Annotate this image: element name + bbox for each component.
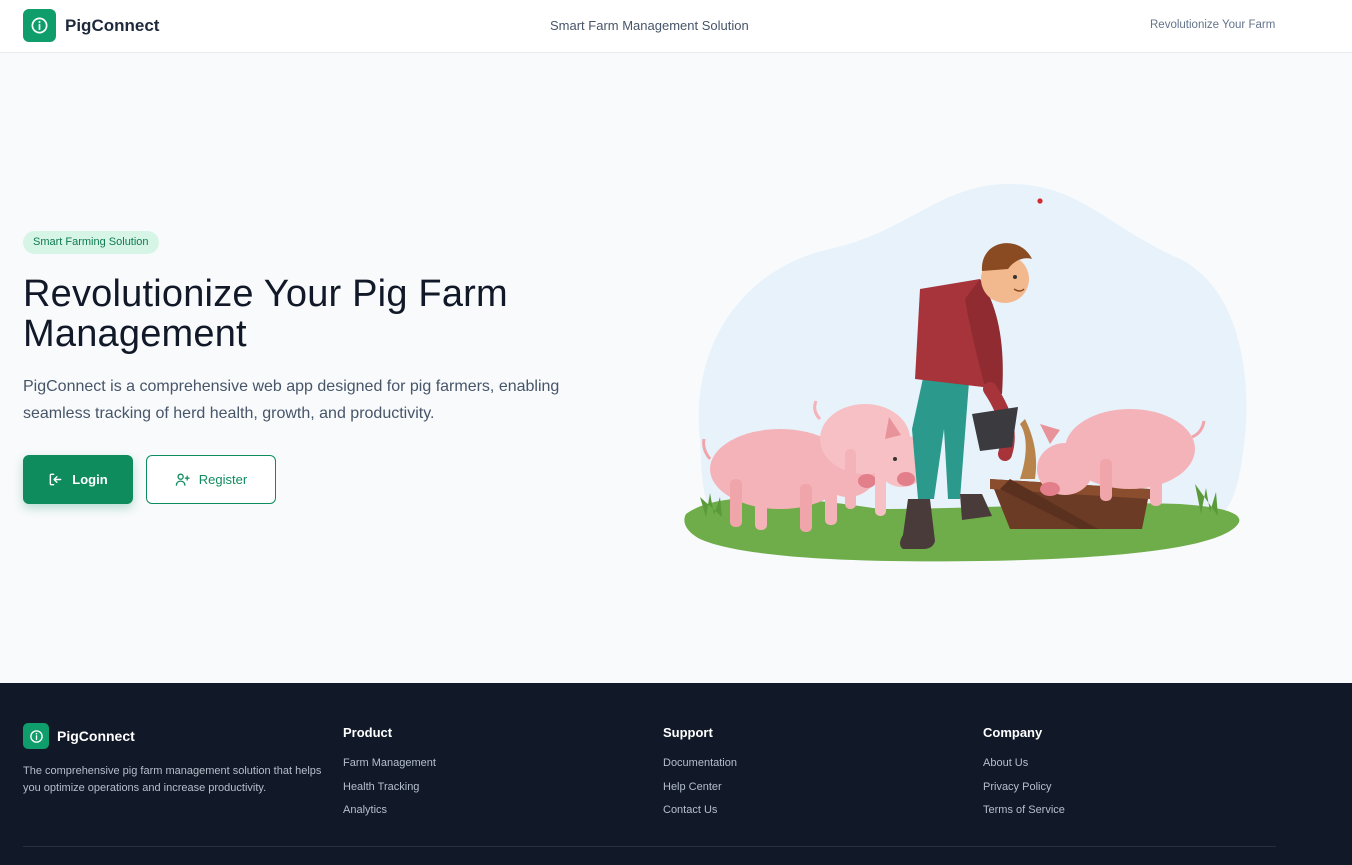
footer-brand[interactable]: PigConnect — [23, 723, 135, 749]
footer-link-documentation[interactable]: Documentation — [663, 757, 737, 769]
footer-column-product: Product Farm Management Health Tracking … — [343, 725, 436, 828]
footer-link-health-tracking[interactable]: Health Tracking — [343, 781, 436, 793]
footer-description: The comprehensive pig farm management so… — [23, 765, 322, 794]
footer-link-help-center[interactable]: Help Center — [663, 781, 737, 793]
footer-column-title: Support — [663, 725, 713, 740]
footer-column-support: Support Documentation Help Center Contac… — [663, 725, 737, 828]
footer-column-title: Company — [983, 725, 1043, 740]
footer-column-title: Product — [343, 725, 393, 740]
top-navbar: PigConnect Smart Farm Management Solutio… — [0, 0, 1352, 53]
footer-link-terms-of-service[interactable]: Terms of Service — [983, 804, 1065, 816]
brand-name: PigConnect — [65, 15, 160, 35]
login-label: Login — [72, 472, 108, 487]
brand-logo-link[interactable]: PigConnect — [23, 9, 159, 42]
footer-link-privacy-policy[interactable]: Privacy Policy — [983, 781, 1065, 793]
header-right-text: Revolutionize Your Farm — [1150, 19, 1276, 31]
footer-link-about-us[interactable]: About Us — [983, 757, 1065, 769]
hero-badge: Smart Farming Solution — [23, 231, 159, 254]
site-footer: PigConnect The comprehensive pig farm ma… — [0, 683, 1352, 865]
footer-brand-name: PigConnect — [57, 728, 135, 744]
info-icon — [23, 723, 49, 749]
login-button[interactable]: Login — [23, 455, 133, 504]
header-tagline: Smart Farm Management Solution — [550, 18, 749, 33]
info-icon — [23, 9, 56, 42]
hero-description: PigConnect is a comprehensive web app de… — [23, 378, 560, 422]
footer-link-analytics[interactable]: Analytics — [343, 804, 436, 816]
footer-divider — [23, 846, 1276, 847]
hero-section: Smart Farming Solution Revolutionize You… — [0, 53, 1352, 683]
farmer-feeding-pigs-illustration — [684, 184, 1247, 562]
footer-link-farm-management[interactable]: Farm Management — [343, 757, 436, 769]
add-user-icon — [175, 473, 190, 486]
hero-headline: Revolutionize Your Pig Farm Management — [23, 273, 508, 355]
register-button[interactable]: Register — [146, 455, 276, 504]
footer-column-company: Company About Us Privacy Policy Terms of… — [983, 725, 1065, 828]
footer-link-contact-us[interactable]: Contact Us — [663, 804, 737, 816]
register-label: Register — [198, 472, 248, 487]
login-icon — [49, 473, 62, 486]
